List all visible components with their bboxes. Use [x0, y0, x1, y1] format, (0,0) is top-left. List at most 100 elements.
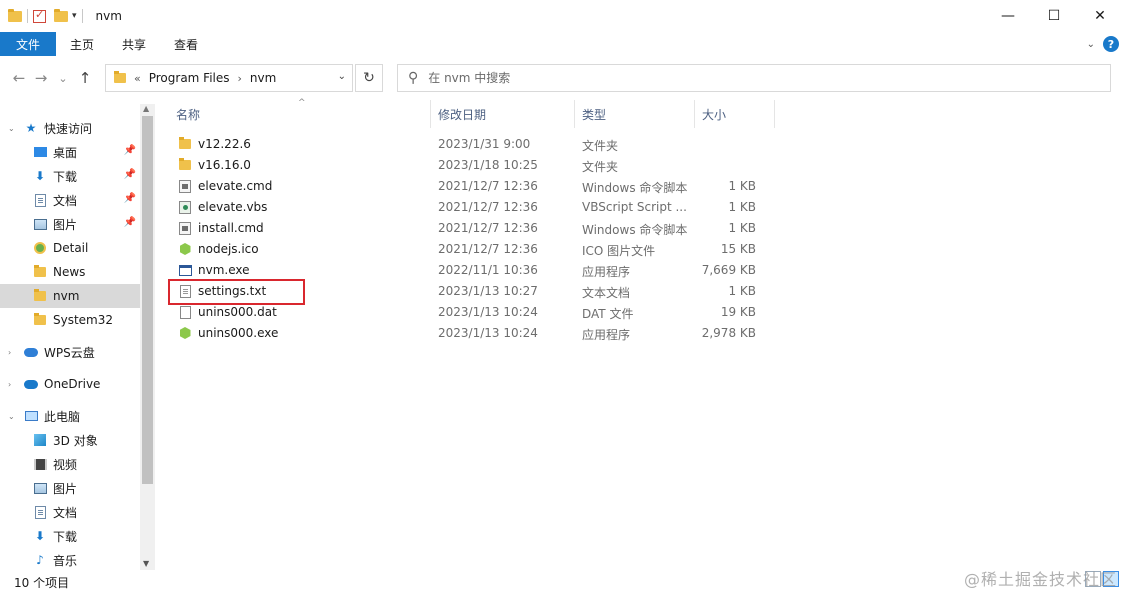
sidebar-item-documents-pc[interactable]: 文档 [0, 500, 140, 524]
tab-file[interactable]: 文件 [0, 32, 56, 56]
window-controls: — ☐ ✕ [985, 0, 1123, 32]
folder-icon [33, 289, 47, 303]
file-type: VBScript Script ... [582, 200, 687, 214]
sidebar-item-label: 此电脑 [44, 409, 81, 424]
file-date: 2021/12/7 12:36 [438, 221, 538, 235]
sidebar-item-pictures-pc[interactable]: 图片 [0, 476, 140, 500]
folder-icon [178, 158, 192, 172]
dat-file-icon [178, 305, 192, 319]
address-bar[interactable]: « Program Files › nvm ⌄ [105, 64, 353, 92]
sidebar-item-quick-access[interactable]: ⌄ ★ 快速访问 [0, 116, 140, 140]
breadcrumb-nvm[interactable]: nvm [250, 71, 276, 85]
file-date: 2023/1/13 10:24 [438, 326, 538, 340]
file-size: 1 KB [728, 179, 756, 193]
properties-icon[interactable] [33, 8, 46, 23]
expand-ribbon-icon[interactable]: ⌄ [1087, 39, 1095, 50]
search-box[interactable]: ⚲ [397, 64, 1111, 92]
close-button[interactable]: ✕ [1077, 0, 1123, 32]
address-dropdown-icon[interactable]: ⌄ [338, 71, 346, 82]
file-row[interactable]: nvm.exe 2022/11/1 10:36 应用程序 7,669 KB [168, 260, 768, 281]
sidebar-item-wps-cloud[interactable]: › WPS云盘 [0, 340, 140, 364]
column-header-size[interactable]: 大小 [702, 102, 726, 126]
column-divider[interactable] [574, 100, 575, 128]
tab-home[interactable]: 主页 [56, 32, 108, 56]
sidebar-item-downloads[interactable]: ⬇ 下载 📌 [0, 164, 140, 188]
file-row[interactable]: nodejs.ico 2021/12/7 12:36 ICO 图片文件 15 K… [168, 239, 768, 260]
sidebar-item-label: 3D 对象 [53, 433, 98, 448]
quick-access-toolbar: ▾ [0, 0, 88, 32]
file-row[interactable]: elevate.vbs 2021/12/7 12:36 VBScript Scr… [168, 197, 768, 218]
column-divider[interactable] [774, 100, 775, 128]
sidebar-item-label: News [53, 265, 86, 279]
file-size: 1 KB [728, 221, 756, 235]
help-icon[interactable]: ? [1103, 36, 1119, 52]
sidebar-item-onedrive[interactable]: › OneDrive [0, 372, 140, 396]
file-name: nvm.exe [198, 263, 250, 277]
file-row[interactable]: v12.22.6 2023/1/31 9:00 文件夹 [168, 134, 768, 155]
file-name: nodejs.ico [198, 242, 259, 256]
breadcrumb-program-files[interactable]: Program Files [149, 71, 230, 85]
file-date: 2023/1/13 10:27 [438, 284, 538, 298]
sidebar-item-videos[interactable]: 视频 [0, 452, 140, 476]
sidebar-item-documents[interactable]: 文档 📌 [0, 188, 140, 212]
folder-icon [33, 265, 47, 279]
maximize-button[interactable]: ☐ [1031, 0, 1077, 32]
file-size: 19 KB [720, 305, 756, 319]
sort-ascending-icon: ^ [298, 98, 306, 108]
sidebar-item-label: 下载 [53, 169, 78, 184]
file-row[interactable]: install.cmd 2021/12/7 12:36 Windows 命令脚本… [168, 218, 768, 239]
file-row[interactable]: v16.16.0 2023/1/18 10:25 文件夹 [168, 155, 768, 176]
file-name: v12.22.6 [198, 137, 251, 151]
recent-locations-button[interactable]: ⌄ [52, 72, 74, 85]
sidebar-item-label: OneDrive [44, 377, 101, 391]
tab-view[interactable]: 查看 [160, 32, 212, 56]
sidebar-item-downloads-pc[interactable]: ⬇ 下载 [0, 524, 140, 548]
search-input[interactable] [428, 71, 1029, 85]
file-name: install.cmd [198, 221, 264, 235]
sidebar-item-news[interactable]: News [0, 260, 140, 284]
toolbar-divider [27, 9, 28, 23]
sidebar-item-nvm[interactable]: nvm [0, 284, 140, 308]
pin-icon: 📌 [123, 145, 136, 156]
chevron-down-icon[interactable]: ⌄ [8, 412, 15, 421]
file-name: unins000.dat [198, 305, 277, 319]
minimize-button[interactable]: — [985, 0, 1031, 32]
up-button[interactable]: ↑ [74, 69, 96, 87]
scroll-up-icon[interactable]: ▲ [143, 104, 149, 113]
sidebar-item-music[interactable]: ♪ 音乐 [0, 548, 140, 570]
sidebar-item-desktop[interactable]: 桌面 📌 [0, 140, 140, 164]
cmd-file-icon [178, 221, 192, 235]
sidebar-item-3d-objects[interactable]: 3D 对象 [0, 428, 140, 452]
new-folder-icon[interactable] [54, 8, 68, 22]
scroll-down-icon[interactable]: ▼ [143, 559, 149, 568]
file-type: 应用程序 [582, 265, 631, 279]
pin-icon: 📌 [123, 169, 136, 180]
forward-button[interactable]: → [30, 69, 52, 87]
column-header-date[interactable]: 修改日期 [438, 102, 486, 126]
back-button[interactable]: ← [8, 69, 30, 87]
column-header-type[interactable]: 类型 [582, 102, 606, 126]
breadcrumb-separator[interactable]: › [238, 72, 242, 85]
chevron-right-icon[interactable]: › [8, 380, 11, 389]
refresh-button[interactable]: ↻ [355, 64, 383, 92]
chevron-down-icon[interactable]: ⌄ [8, 124, 15, 133]
tab-share[interactable]: 共享 [108, 32, 160, 56]
toolbar-divider [81, 9, 83, 23]
chevron-right-icon[interactable]: › [8, 348, 11, 357]
column-divider[interactable] [694, 100, 695, 128]
sidebar-item-this-pc[interactable]: ⌄ 此电脑 [0, 404, 140, 428]
sidebar-item-detail[interactable]: Detail [0, 236, 140, 260]
sidebar-item-system32[interactable]: System32 [0, 308, 140, 332]
column-divider[interactable] [430, 100, 431, 128]
breadcrumb-overflow[interactable]: « [134, 72, 141, 85]
sidebar-scrollbar[interactable]: ▲ ▼ [140, 104, 155, 570]
scrollbar-thumb[interactable] [142, 116, 153, 484]
file-row[interactable]: elevate.cmd 2021/12/7 12:36 Windows 命令脚本… [168, 176, 768, 197]
column-header-name[interactable]: 名称 [176, 102, 200, 126]
file-list: ^ 名称 修改日期 类型 大小 v12.22.6 2023/1/31 9:00 … [156, 96, 1123, 570]
customize-toolbar-dropdown-icon[interactable]: ▾ [72, 11, 77, 21]
file-date: 2022/11/1 10:36 [438, 263, 538, 277]
file-row[interactable]: unins000.exe 2023/1/13 10:24 应用程序 2,978 … [168, 323, 768, 344]
sidebar-item-pictures[interactable]: 图片 📌 [0, 212, 140, 236]
file-row[interactable]: unins000.dat 2023/1/13 10:24 DAT 文件 19 K… [168, 302, 768, 323]
